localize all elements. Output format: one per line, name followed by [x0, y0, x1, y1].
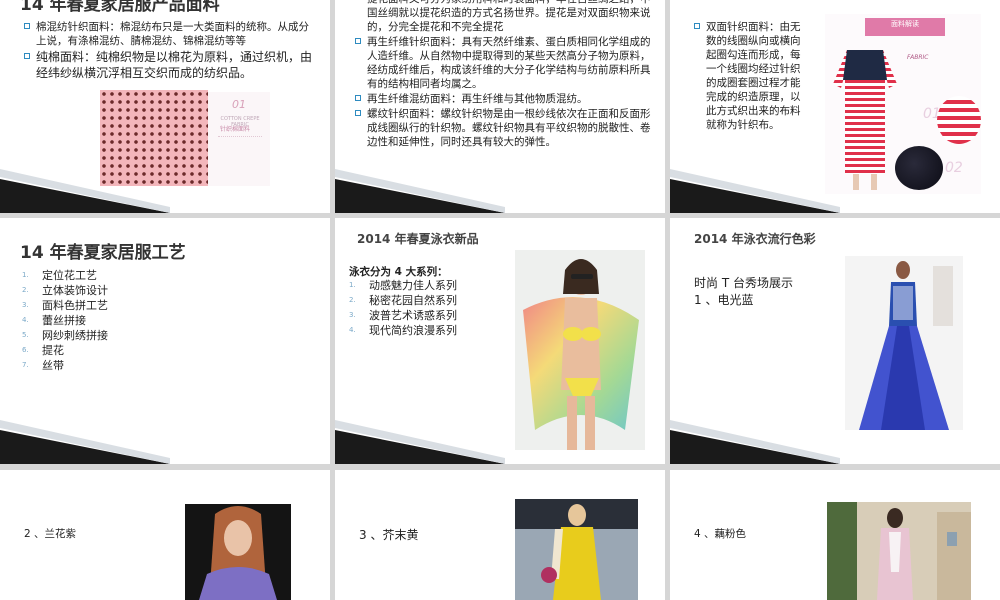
list-item: 6. 提花: [22, 344, 64, 357]
list-item: 1. 定位花工艺: [22, 269, 97, 282]
slide-thumbnail-2[interactable]: 提花面料又可分为家纺用料和时装面料，早在古丝绸之路，中国丝绸就以提花织造的方式名…: [335, 0, 665, 213]
slide-corner-stripe: [0, 420, 170, 464]
list-item: 1. 动感魅力佳人系列: [349, 279, 457, 292]
striped-dress-fabric-card: 面料解读 FABRIC 01 02: [825, 14, 981, 194]
navy-fabric-swatch: [895, 146, 943, 190]
list-item: 2. 秘密花园自然系列: [349, 294, 457, 307]
slide-thumbnail-5[interactable]: 2014 年春夏泳衣新品 泳衣分为 4 大系列： 1. 动感魅力佳人系列 2. 秘密…: [335, 218, 665, 464]
stripe-fabric-swatch: [937, 96, 981, 144]
mustard-yellow-model-photo: [515, 499, 638, 600]
slide-corner-stripe: [670, 420, 840, 464]
list-item: 再生纤维混纺面料：再生纤维与其他物质混纺。: [355, 92, 655, 106]
list-heading: 泳衣分为 4 大系列：: [349, 266, 448, 278]
card-number: 01: [232, 98, 246, 111]
list-item: 3. 面料色拼工艺: [22, 299, 108, 312]
slide-title: 14 年春夏家居服工艺: [20, 243, 186, 263]
color-label: 2 、兰花紫: [24, 528, 77, 540]
list-item: 棉混纺针织面料：棉混纺布只是一大类面料的统称。从成分上说，有涤棉混纺、腈棉混纺、…: [24, 20, 314, 48]
slide-title: 2014 年春夏泳衣新品: [357, 232, 479, 246]
square-bullet-icon: [24, 23, 30, 29]
list-item: 7. 丝带: [22, 359, 64, 372]
numbered-list: 1. 定位花工艺 2. 立体装饰设计 3. 面料色拼工艺 4. 蕾丝拼接 5. 网纱刺绣拼…: [22, 268, 108, 373]
slide-thumbnail-9[interactable]: 4 、藕粉色: [670, 470, 1000, 600]
lotus-pink-model-photo: [827, 502, 971, 600]
square-bullet-icon: [355, 95, 361, 101]
orchid-purple-model-photo: [185, 504, 291, 600]
list-item: 双面针织面料：由无数的线圈纵向或横向起圈勾连而形成，每一个线圈均经过针织的成圈套…: [694, 20, 806, 132]
swimsuit-model-photo: [515, 250, 645, 450]
card-number-02: 02: [945, 160, 963, 176]
slide-title: 14 年春夏家居服产品面料: [20, 0, 220, 15]
list-item: 4. 现代简约浪漫系列: [349, 324, 457, 337]
list-item: 提花面料又可分为家纺用料和时装面料，早在古丝绸之路，中国丝绸就以提花织造的方式名…: [367, 0, 651, 33]
color-label: 3 、芥末黄: [359, 528, 419, 542]
list-item: 螺纹针织面料：螺纹针织物是由一根纱线依次在正面和反面形成线圈纵行的针织物。螺纹针…: [355, 107, 655, 149]
slide-corner-stripe: [0, 169, 170, 213]
slide-thumbnail-3[interactable]: 双面针织面料：由无数的线圈纵向或横向起圈勾连而形成，每一个线圈均经过针织的成圈套…: [670, 0, 1000, 213]
slide-thumbnail-4[interactable]: 14 年春夏家居服工艺 1. 定位花工艺 2. 立体装饰设计 3. 面料色拼工艺 4.…: [0, 218, 330, 464]
slide-corner-stripe: [335, 420, 505, 464]
fabric-info-card: 01 COTTON CREPE FABRIC 针织棉面料: [208, 92, 270, 186]
bullet-list: 棉混纺针织面料：棉混纺布只是一大类面料的统称。从成分上说，有涤棉混纺、腈棉混纺、…: [24, 20, 314, 82]
slide-thumbnail-7[interactable]: 2 、兰花紫: [0, 470, 330, 600]
list-item: 3. 波普艺术诱惑系列: [349, 309, 457, 322]
slide-title: 2014 年泳衣流行色彩: [694, 232, 816, 246]
square-bullet-icon: [694, 23, 700, 29]
square-bullet-icon: [24, 53, 30, 59]
bullet-list: 双面针织面料：由无数的线圈纵向或横向起圈勾连而形成，每一个线圈均经过针织的成圈套…: [694, 20, 806, 133]
list-item: 纯棉面料：纯棉织物是以棉花为原料，通过织机，由经纬纱纵横沉浮相互交织而成的纺织品…: [24, 49, 314, 81]
square-bullet-icon: [355, 110, 361, 116]
list-item: 5. 网纱刺绣拼接: [22, 329, 108, 342]
bullet-list: 提花面料又可分为家纺用料和时装面料，早在古丝绸之路，中国丝绸就以提花织造的方式名…: [355, 0, 655, 150]
card-title-cn: 针织棉面料: [220, 126, 251, 133]
list-item: 4. 蕾丝拼接: [22, 314, 86, 327]
slide-thumbnail-1[interactable]: 14 年春夏家居服产品面料 棉混纺针织面料：棉混纺布只是一大类面料的统称。从成分…: [0, 0, 330, 213]
slide-corner-stripe: [670, 169, 840, 213]
list-item: 2. 立体装饰设计: [22, 284, 108, 297]
slide-thumbnail-6[interactable]: 2014 年泳衣流行色彩 时尚 T 台秀场展示 1 、电光蓝: [670, 218, 1000, 464]
list-item: 再生纤维针织面料：具有天然纤维素、蛋白质相同化学组成的人造纤维。从自然物中提取得…: [355, 35, 655, 91]
runway-blue-gown-photo: [845, 256, 963, 430]
slide-text-line: 1 、电光蓝: [694, 293, 754, 307]
numbered-list: 1. 动感魅力佳人系列 2. 秘密花园自然系列 3. 波普艺术诱惑系列 4. 现代简约浪…: [349, 278, 457, 338]
slide-thumbnail-8[interactable]: 3 、芥末黄: [335, 470, 665, 600]
color-label: 4 、藕粉色: [694, 528, 747, 540]
square-bullet-icon: [355, 38, 361, 44]
slide-corner-stripe: [335, 169, 505, 213]
slide-text-line: 时尚 T 台秀场展示: [694, 276, 793, 290]
card-brand: FABRIC: [907, 54, 929, 61]
card-header: 面料解读: [865, 18, 945, 36]
